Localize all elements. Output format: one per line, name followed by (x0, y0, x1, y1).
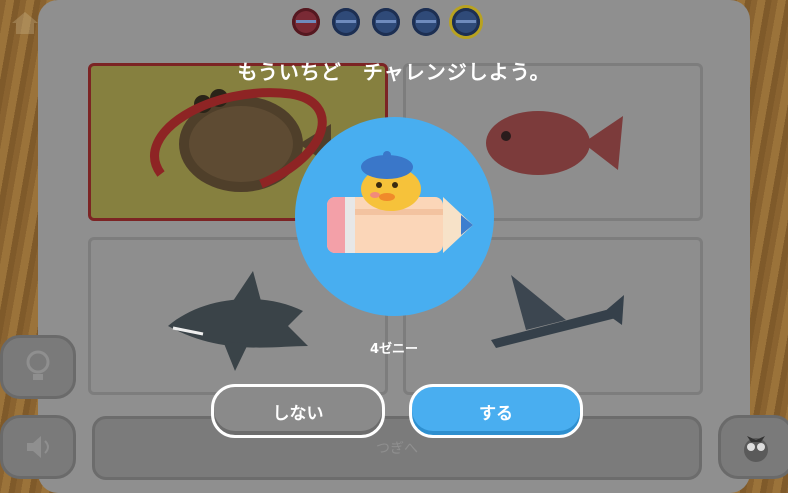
owl-icon (744, 436, 768, 462)
mascot-circle (295, 117, 494, 316)
progress-dot (412, 8, 440, 36)
confirm-button[interactable]: する (409, 384, 583, 438)
retry-title: もういちど チャレンジしよう。 (237, 60, 551, 84)
cost-label: 4ゼニー (369, 342, 419, 357)
shark-image (168, 271, 308, 371)
progress-dot (332, 8, 360, 36)
progress-indicator (292, 8, 480, 36)
helper-button[interactable] (718, 415, 788, 479)
sea-bream-image (486, 111, 623, 175)
progress-dot (372, 8, 400, 36)
progress-dot (292, 8, 320, 36)
confirm-button-label: する (479, 403, 513, 424)
progress-dot-current (452, 8, 480, 36)
sound-button[interactable] (0, 415, 76, 479)
speaker-icon (27, 436, 49, 458)
pencil-mascot-image (327, 151, 473, 253)
decline-button[interactable]: しない (211, 384, 385, 438)
decline-button-label: しない (272, 403, 324, 424)
next-button-label: つぎへ (376, 441, 418, 457)
next-button[interactable]: つぎへ (92, 416, 702, 480)
home-icon[interactable] (10, 10, 40, 36)
